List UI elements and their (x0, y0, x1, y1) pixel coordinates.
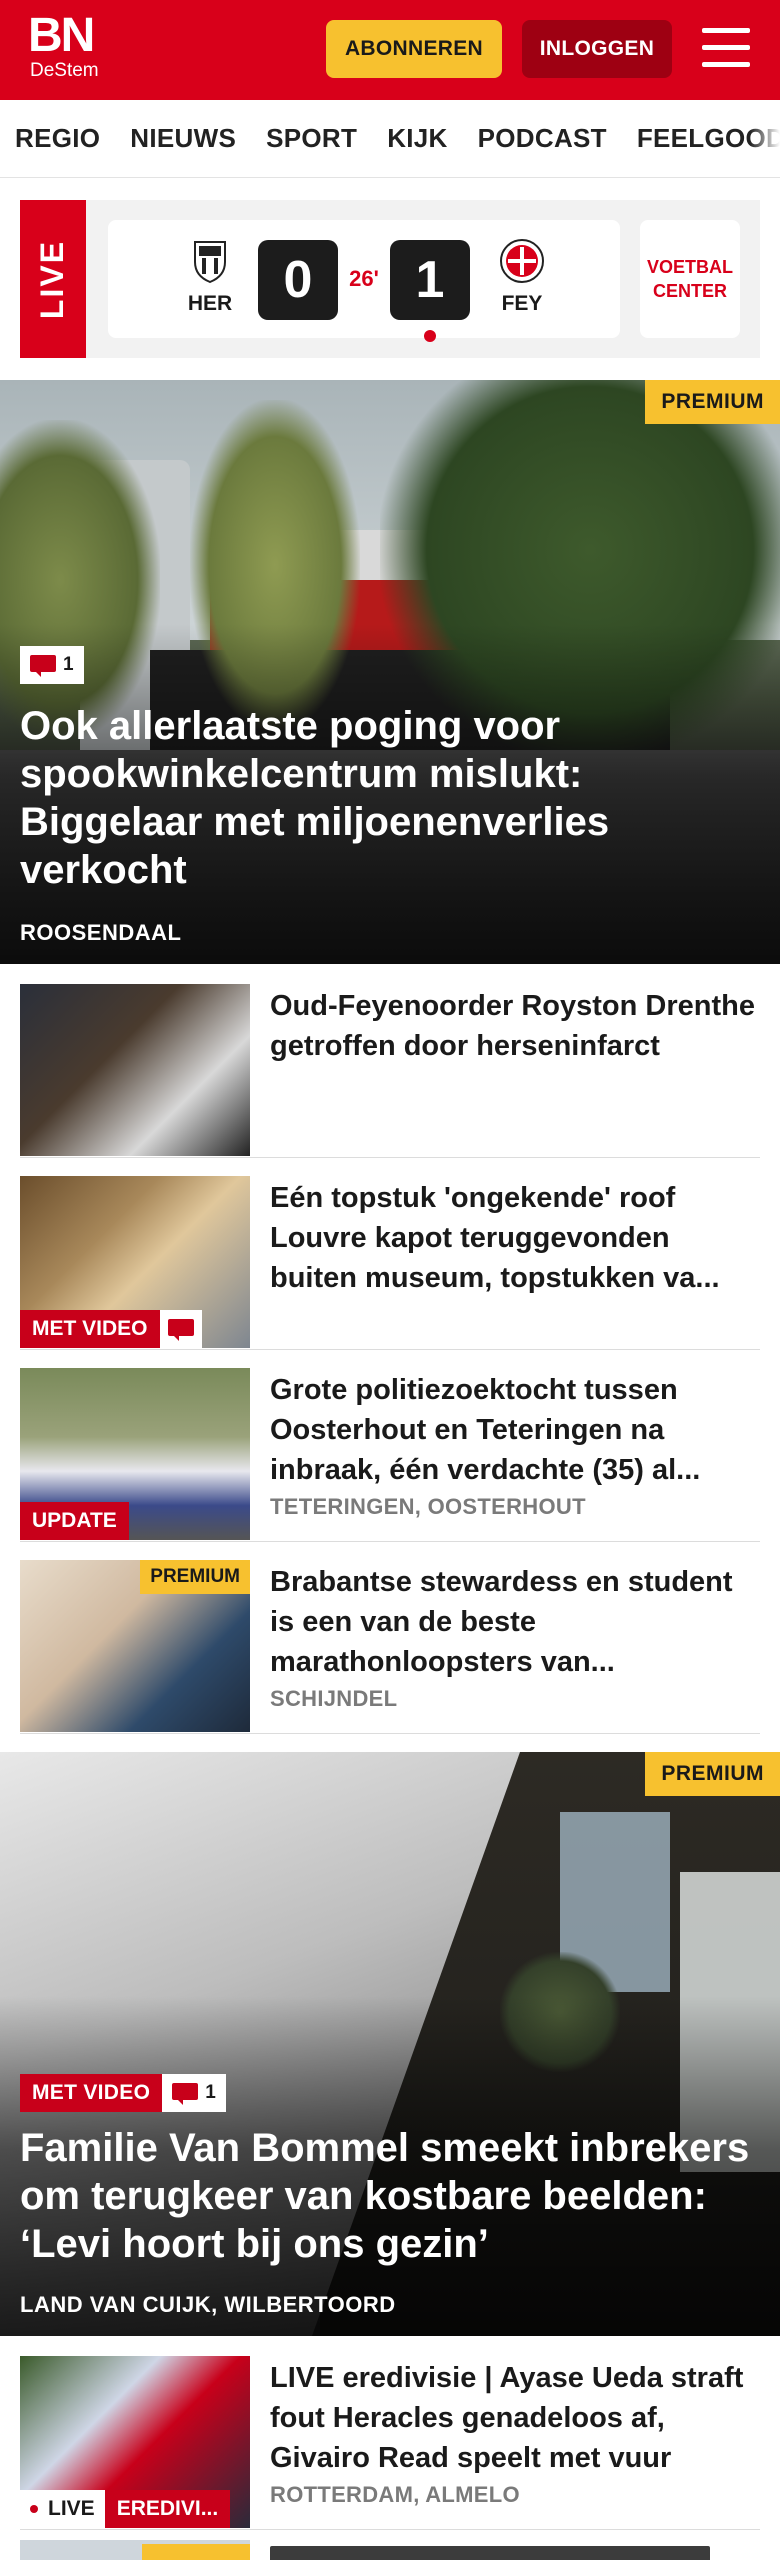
nav-scroll-fade (750, 100, 780, 177)
logo-main-text: BN (28, 9, 95, 62)
list-item[interactable]: MET VIDEO Eén topstuk 'ongekende' roof L… (20, 1158, 760, 1350)
subscribe-button[interactable]: ABONNEREN (326, 20, 502, 78)
article-thumbnail[interactable]: PREMIUM (20, 1560, 250, 1732)
live-badge: LIVE (20, 2490, 105, 2528)
article-headline-partial[interactable] (270, 2546, 750, 2560)
home-team-name: HER (187, 292, 233, 315)
live-tag: LIVE (20, 200, 86, 358)
comments-badge[interactable]: 1 (20, 646, 84, 684)
live-dot-icon (30, 2505, 38, 2513)
list-item[interactable]: UPDATE Grote politiezoektocht tussen Oos… (20, 1350, 760, 1542)
comment-count: 1 (205, 2082, 216, 2103)
hero-badges: MET VIDEO 1 (20, 2074, 226, 2112)
nav-item-regio[interactable]: REGIO (15, 123, 100, 154)
comment-count: 1 (63, 654, 74, 675)
video-badge: MET VIDEO (20, 1310, 160, 1348)
voetbal-center-button[interactable]: VOETBAL CENTER (640, 220, 740, 338)
comments-badge (159, 1310, 202, 1348)
nav-item-podcast[interactable]: PODCAST (478, 123, 607, 154)
match-score-card[interactable]: HER 0 26' 1 FEY (108, 220, 620, 342)
comment-icon (172, 2083, 199, 2105)
comment-icon (167, 1319, 194, 1341)
hero-headline[interactable]: Familie Van Bommel smeekt inbrekers om t… (20, 2124, 760, 2268)
premium-badge: PREMIUM (140, 1560, 250, 1594)
list-item-partial[interactable] (20, 2540, 760, 2560)
list-item[interactable]: LIVE EREDIVI... LIVE eredivisie | Ayase … (20, 2338, 760, 2530)
premium-badge-partial (142, 2544, 250, 2560)
nav-item-kijk[interactable]: KIJK (387, 123, 447, 154)
article-location: SCHIJNDEL (270, 1686, 398, 1711)
article-headline[interactable]: Brabantse stewardess en student is een v… (270, 1562, 760, 1682)
hero-article-1[interactable]: PREMIUM 1 Ook allerlaatste poging voor s… (0, 380, 780, 964)
home-score: 0 (258, 240, 338, 320)
section-nav: REGIO NIEUWS SPORT KIJK PODCAST FEELGOOD (0, 100, 780, 178)
article-thumbnail[interactable]: MET VIDEO (20, 1176, 250, 1348)
home-team: HER (180, 238, 240, 316)
login-button[interactable]: INLOGGEN (522, 20, 672, 78)
thumbnail-badges: UPDATE (20, 1502, 129, 1540)
comments-badge[interactable]: 1 (162, 2074, 226, 2112)
away-score: 1 (390, 240, 470, 320)
list-item[interactable]: PREMIUM Brabantse stewardess en student … (20, 1542, 760, 1734)
hero-headline[interactable]: Ook allerlaatste poging voor spookwinkel… (20, 702, 760, 894)
hero-article-2[interactable]: PREMIUM MET VIDEO 1 Familie Van Bommel s… (0, 1752, 780, 2336)
site-header: BN DeStem ABONNEREN INLOGGEN (0, 0, 780, 100)
update-badge: UPDATE (20, 1502, 129, 1540)
thumbnail-badges: MET VIDEO (20, 1310, 202, 1348)
hero-badges: 1 (20, 646, 84, 684)
away-team: FEY (492, 238, 552, 316)
article-thumbnail[interactable]: UPDATE (20, 1368, 250, 1540)
nav-item-nieuws[interactable]: NIEUWS (130, 123, 236, 154)
article-location: TETERINGEN, OOSTERHOUT (270, 1494, 586, 1519)
hamburger-menu-icon[interactable] (702, 28, 750, 70)
live-tag-label: LIVE (34, 239, 71, 319)
video-badge: MET VIDEO (20, 2074, 163, 2112)
thumbnail-badges: LIVE EREDIVI... (20, 2490, 231, 2528)
hero-location: LAND VAN CUIJK, WILBERTOORD (20, 2292, 396, 2317)
hero-location: ROOSENDAAL (20, 920, 182, 945)
article-thumbnail[interactable] (20, 984, 250, 1156)
goal-indicator-dot (424, 330, 436, 342)
heracles-crest-icon (187, 238, 233, 284)
premium-badge: PREMIUM (645, 1752, 780, 1796)
article-location: ROTTERDAM, ALMELO (270, 2482, 520, 2507)
live-score-strip: LIVE HER 0 26' 1 FEY VOETBAL CENTER (20, 200, 760, 358)
match-minute: 26' (349, 266, 379, 291)
category-badge: EREDIVI... (104, 2490, 231, 2528)
site-logo[interactable]: BN DeStem (28, 12, 118, 88)
live-badge-label: LIVE (48, 2497, 95, 2520)
article-headline[interactable]: Eén topstuk 'ongekende' roof Louvre kapo… (270, 1178, 760, 1298)
article-thumbnail[interactable]: LIVE EREDIVI... (20, 2356, 250, 2528)
nav-item-sport[interactable]: SPORT (266, 123, 357, 154)
away-team-name: FEY (501, 292, 543, 315)
comment-icon (30, 655, 56, 677)
list-item[interactable]: Oud-Feyenoorder Royston Drenthe getroffe… (20, 966, 760, 1158)
logo-sub-text: DeStem (30, 60, 99, 81)
article-headline[interactable]: Oud-Feyenoorder Royston Drenthe getroffe… (270, 986, 760, 1066)
premium-badge: PREMIUM (645, 380, 780, 424)
article-headline[interactable]: Grote politiezoektocht tussen Oosterhout… (270, 1370, 760, 1490)
article-headline[interactable]: LIVE eredivisie | Ayase Ueda straft fout… (270, 2358, 760, 2478)
feyenoord-crest-icon (499, 238, 545, 284)
